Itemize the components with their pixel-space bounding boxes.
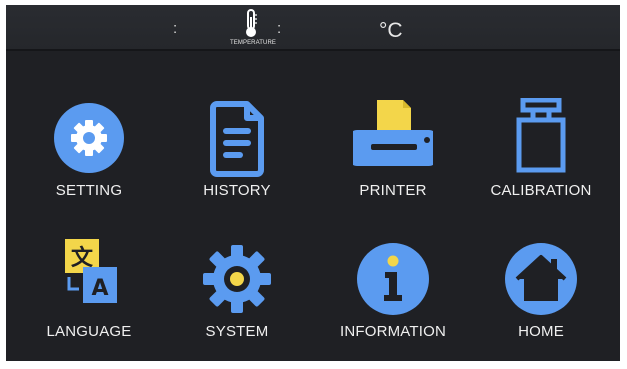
menu-printer-label: PRINTER: [359, 182, 427, 199]
home-icon: [505, 243, 577, 315]
menu-calibration[interactable]: CALIBRATION: [476, 98, 606, 228]
translate-icon: 文 A: [65, 239, 117, 303]
menu-setting[interactable]: SETTING: [24, 98, 154, 228]
temperature-label: TEMPERATURE: [230, 40, 276, 46]
calibration-weight-icon: [516, 98, 566, 173]
menu-language[interactable]: 文 A LANGUAGE: [24, 239, 154, 369]
menu-language-label: LANGUAGE: [46, 323, 132, 340]
status-bar: : TEMPERATURE : °C: [6, 5, 620, 51]
temperature-unit: °C: [379, 19, 403, 42]
thermometer-icon: [246, 9, 257, 37]
status-separator-left: :: [173, 20, 178, 37]
gear-circle-icon: [54, 103, 124, 173]
document-icon: [210, 101, 264, 177]
status-separator-right: :: [277, 20, 282, 37]
menu-printer[interactable]: PRINTER: [328, 98, 458, 228]
menu-calibration-label: CALIBRATION: [490, 182, 592, 199]
menu-system-label: SYSTEM: [205, 323, 269, 340]
info-icon: [357, 243, 429, 315]
menu-setting-label: SETTING: [55, 182, 123, 199]
svg-text:A: A: [91, 276, 108, 301]
menu-system[interactable]: SYSTEM: [172, 239, 302, 369]
menu-history[interactable]: HISTORY: [172, 98, 302, 228]
printer-icon: [353, 100, 433, 166]
cog-icon: [203, 245, 271, 313]
menu-information-label: INFORMATION: [339, 323, 447, 340]
menu-information[interactable]: INFORMATION: [328, 239, 458, 369]
menu-history-label: HISTORY: [203, 182, 271, 199]
device-screen: : TEMPERATURE : °C SETTING HISTORY PRINT…: [6, 5, 620, 361]
menu-home[interactable]: HOME: [476, 239, 606, 369]
menu-home-label: HOME: [518, 323, 564, 340]
